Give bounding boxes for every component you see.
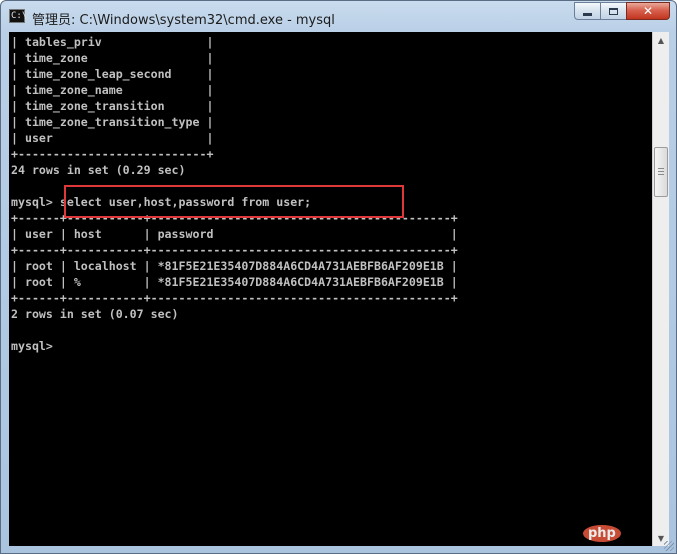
- scroll-up-icon[interactable]: ▲: [653, 32, 669, 48]
- title-bar[interactable]: C:\ 管理员: C:\Windows\system32\cmd.exe - m…: [1, 1, 676, 33]
- scrollbar-thumb[interactable]: [654, 147, 668, 197]
- minimize-button[interactable]: [574, 2, 600, 20]
- caption-buttons: ✕: [574, 2, 670, 22]
- vertical-scrollbar[interactable]: ▲ ▼: [652, 32, 669, 546]
- php-watermark: php: [583, 525, 621, 542]
- cmd-window: C:\ 管理员: C:\Windows\system32\cmd.exe - m…: [0, 0, 677, 554]
- query-highlight-box: [64, 185, 404, 218]
- close-button[interactable]: ✕: [626, 2, 670, 20]
- resize-grip-icon[interactable]: [664, 541, 674, 551]
- minimize-icon: [583, 12, 592, 16]
- window-title: 管理员: C:\Windows\system32\cmd.exe - mysql: [32, 13, 335, 28]
- console-output[interactable]: | tables_priv | | time_zone | | time_zon…: [9, 32, 652, 546]
- close-icon: ✕: [642, 4, 654, 18]
- maximize-button[interactable]: [600, 2, 626, 20]
- cmd-app-icon[interactable]: C:\: [9, 9, 27, 23]
- maximize-icon: [609, 7, 618, 15]
